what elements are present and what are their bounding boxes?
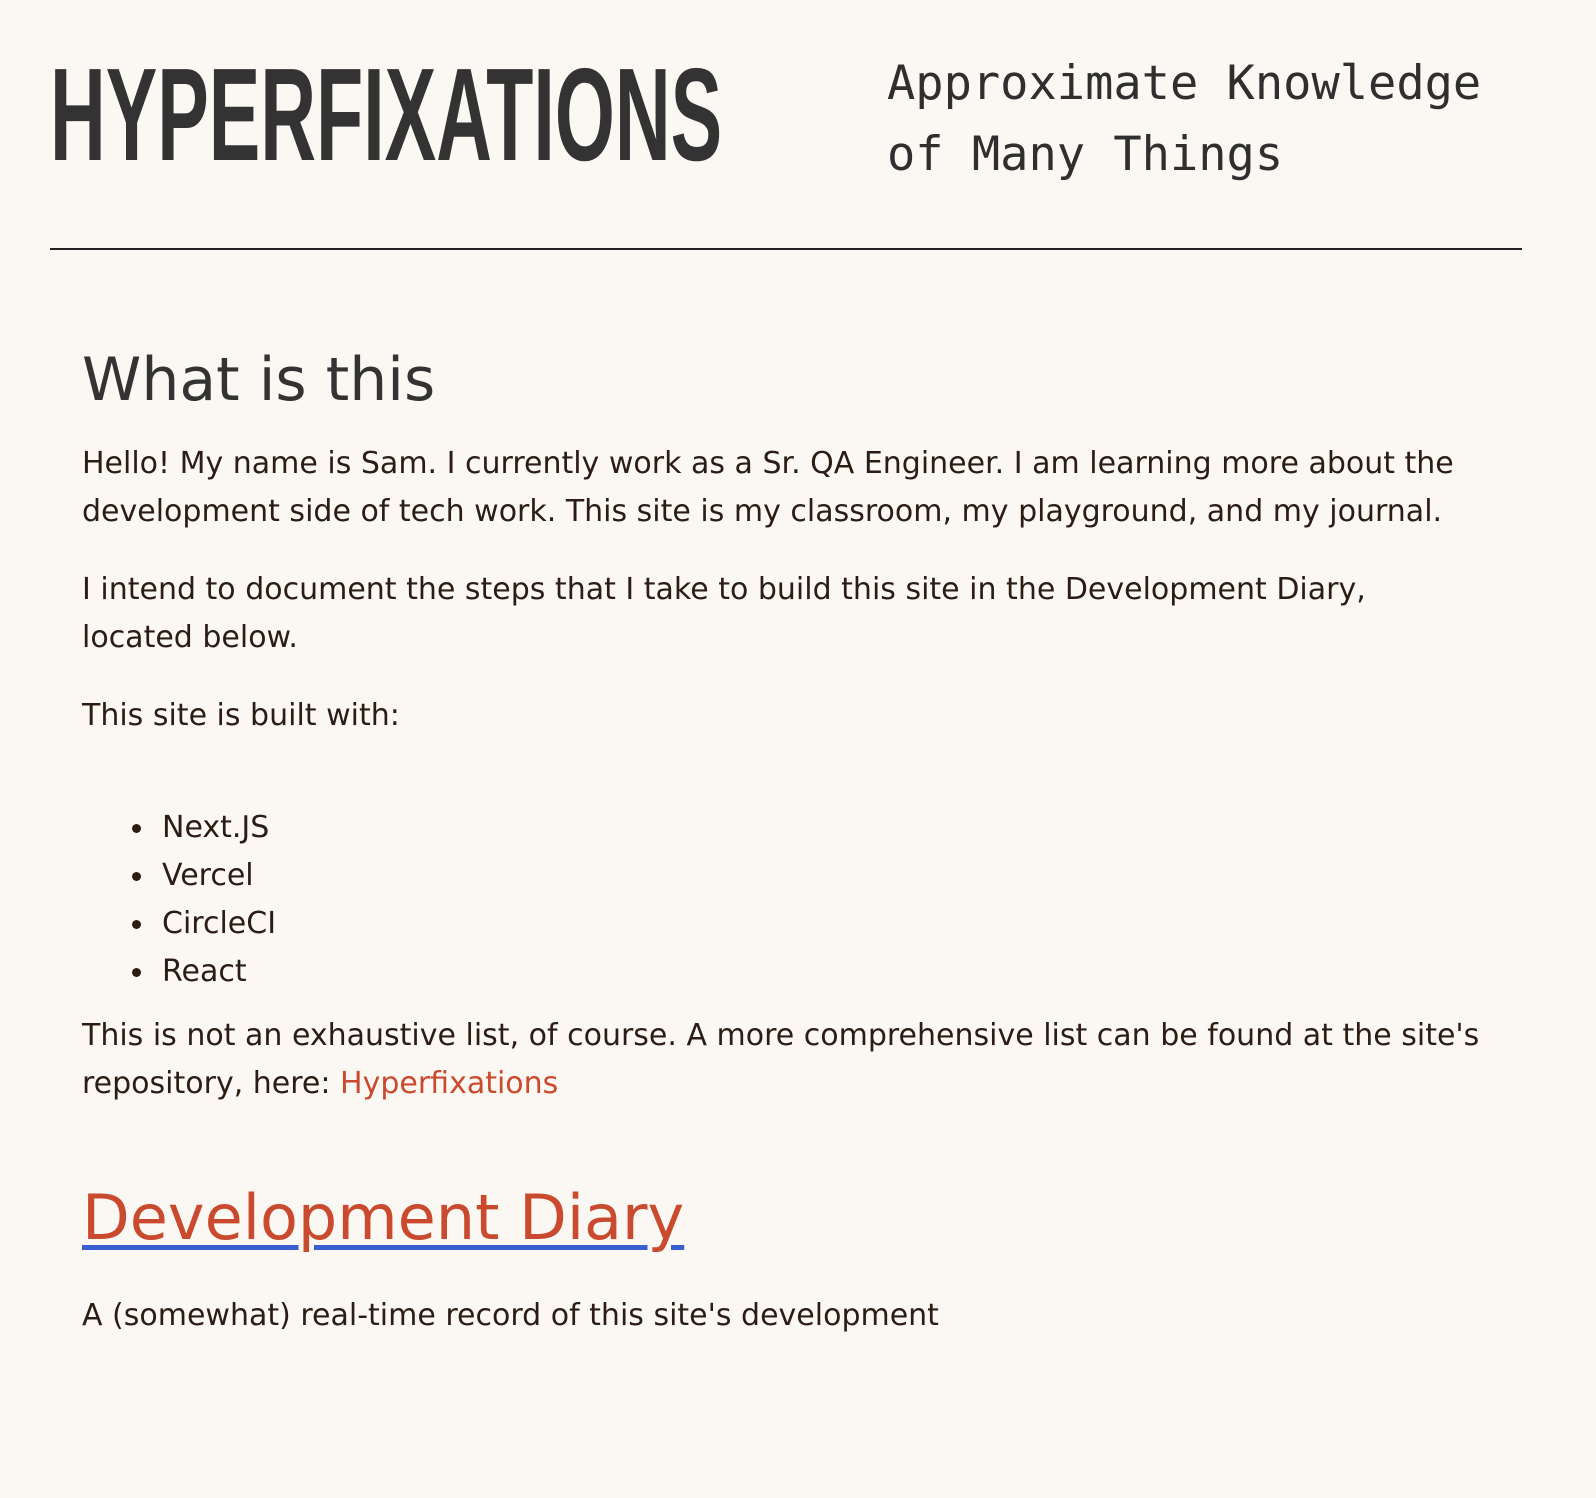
tagline-line-1: Approximate Knowledge [887, 56, 1482, 111]
list-item-label: Vercel [162, 858, 254, 893]
site-title[interactable]: HYPERFIXATIONS [50, 40, 722, 190]
bullet-icon [132, 872, 141, 881]
list-item-label: CircleCI [162, 906, 277, 941]
main-content: What is this Hello! My name is Sam. I cu… [82, 340, 1482, 1340]
repo-text: This is not an exhaustive list, of cours… [82, 1018, 1480, 1101]
list-item-label: Next.JS [162, 810, 270, 845]
bullet-icon [132, 968, 141, 977]
list-item-label: React [162, 954, 247, 989]
bullet-icon [132, 824, 141, 833]
bullet-icon [132, 920, 141, 929]
tagline-line-2: of Many Things [887, 127, 1284, 182]
tech-list: Next.JS Vercel CircleCI React [132, 804, 1482, 996]
intro-paragraph-3: This site is built with: [82, 698, 400, 733]
intro-paragraph-1: Hello! My name is Sam. I currently work … [82, 446, 1454, 529]
intro-paragraph-4: This is not an exhaustive list, of cours… [82, 1012, 1482, 1108]
intro-heading: What is this [82, 345, 436, 415]
intro-paragraph-2: I intend to document the steps that I ta… [82, 572, 1366, 655]
diary-heading-link[interactable]: Development Diary [82, 1181, 684, 1254]
diary-heading: Development Diary [82, 1178, 1482, 1258]
repo-link[interactable]: Hyperfixations [340, 1066, 558, 1101]
list-item: CircleCI [132, 900, 1482, 948]
diary-description: A (somewhat) real-time record of this si… [82, 1298, 939, 1333]
list-item: React [132, 948, 1482, 996]
list-item: Next.JS [132, 804, 1482, 852]
site-tagline: Approximate Knowledge of Many Things [887, 48, 1527, 190]
list-item: Vercel [132, 852, 1482, 900]
site-header: HYPERFIXATIONS Approximate Knowledge of … [50, 0, 1522, 250]
